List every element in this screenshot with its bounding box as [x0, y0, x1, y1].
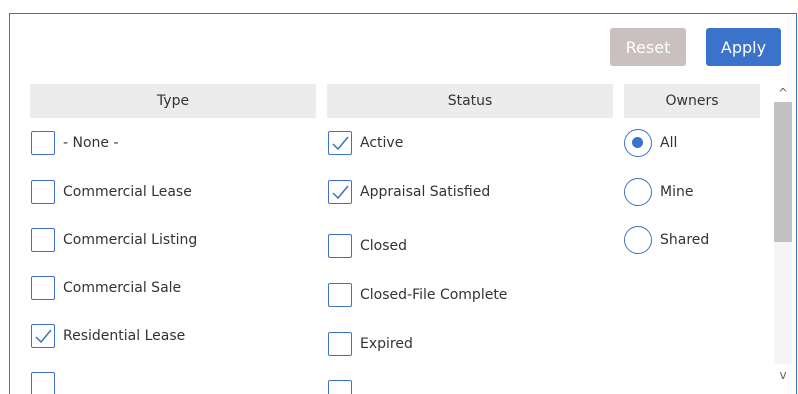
checkbox-unchecked[interactable] [31, 372, 55, 394]
status-option-label: Appraisal Satisfied [360, 184, 491, 200]
filter-panel: Reset Apply Type Status Owners - None - … [9, 13, 797, 394]
radio-unselected[interactable] [624, 226, 652, 254]
owner-option-all[interactable]: All [624, 129, 677, 157]
checkbox-unchecked[interactable] [31, 228, 55, 252]
type-option-label: Commercial Sale [63, 280, 182, 296]
type-column-header: Type [30, 84, 316, 118]
checkbox-unchecked[interactable] [31, 131, 55, 155]
status-option-label: Closed [360, 238, 408, 254]
checkbox-unchecked[interactable] [328, 380, 352, 394]
checkbox-unchecked[interactable] [328, 283, 352, 307]
apply-button[interactable]: Apply [706, 28, 781, 66]
status-option-closed[interactable]: Closed [328, 234, 407, 258]
status-option-appraisal-satisfied[interactable]: Appraisal Satisfied [328, 180, 490, 204]
type-option-commercial-lease[interactable]: Commercial Lease [31, 180, 192, 204]
owner-option-label: Mine [660, 184, 694, 200]
status-option-active[interactable]: Active [328, 131, 403, 155]
status-option-label: Active [360, 135, 404, 151]
checkbox-unchecked[interactable] [31, 180, 55, 204]
radio-selected[interactable] [624, 129, 652, 157]
type-option-label: Commercial Lease [63, 184, 192, 200]
scroll-thumb[interactable] [774, 102, 792, 242]
owner-option-mine[interactable]: Mine [624, 178, 693, 206]
checkbox-unchecked[interactable] [31, 276, 55, 300]
type-option-label: Commercial Listing [63, 232, 198, 248]
owner-option-label: All [660, 135, 678, 151]
type-option-label: - None - [63, 135, 119, 151]
status-option-label: Expired [360, 336, 413, 352]
owner-option-shared[interactable]: Shared [624, 226, 709, 254]
check-icon [332, 136, 349, 151]
status-option-expired[interactable]: Expired [328, 332, 413, 356]
reset-button[interactable]: Reset [610, 28, 686, 66]
checkbox-unchecked[interactable] [328, 234, 352, 258]
owner-option-label: Shared [660, 232, 710, 248]
checkbox-checked[interactable] [328, 131, 352, 155]
type-option-residential-lease[interactable]: Residential Lease [31, 324, 185, 348]
owners-column-header: Owners [624, 84, 760, 118]
type-option-commercial-listing[interactable]: Commercial Listing [31, 228, 197, 252]
type-option-commercial-sale[interactable]: Commercial Sale [31, 276, 181, 300]
type-option-label: Residential Lease [63, 328, 186, 344]
radio-unselected[interactable] [624, 178, 652, 206]
checkbox-checked[interactable] [31, 324, 55, 348]
status-option-closed-file-complete[interactable]: Closed-File Complete [328, 283, 507, 307]
check-icon [332, 185, 349, 200]
type-option-partial[interactable] [31, 372, 63, 394]
check-icon [35, 329, 52, 344]
chevron-down-icon[interactable]: v [774, 366, 792, 384]
status-column-header: Status [327, 84, 613, 118]
status-option-partial[interactable] [328, 380, 360, 394]
radio-dot [632, 137, 643, 148]
status-option-label: Closed-File Complete [360, 287, 508, 303]
checkbox-checked[interactable] [328, 180, 352, 204]
chevron-up-icon[interactable]: ^ [774, 84, 792, 102]
type-option-none[interactable]: - None - [31, 131, 119, 155]
vertical-scrollbar[interactable]: ^ v [774, 84, 792, 384]
checkbox-unchecked[interactable] [328, 332, 352, 356]
